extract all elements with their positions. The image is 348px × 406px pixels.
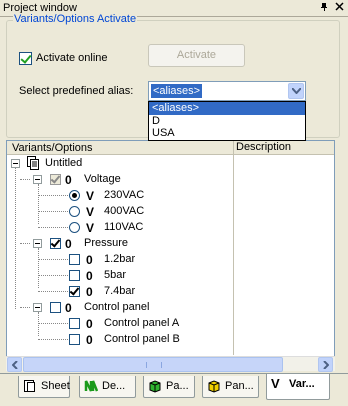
tree-item-pressure[interactable]: Pressure bbox=[84, 237, 128, 249]
tree-line bbox=[20, 179, 30, 180]
column-divider bbox=[233, 155, 234, 355]
pin-icon[interactable] bbox=[318, 2, 330, 14]
column-description[interactable]: Description bbox=[233, 141, 291, 155]
tab-label: Pan... bbox=[225, 380, 254, 392]
tree-line bbox=[38, 227, 68, 228]
voltage-checkbox bbox=[50, 174, 61, 185]
column-header: Variants/Options Description bbox=[7, 141, 334, 155]
alias-selected-value: <aliases> bbox=[151, 84, 203, 98]
alias-option[interactable]: <aliases> bbox=[149, 102, 305, 115]
tree-line bbox=[38, 248, 39, 288]
tree-item-control-panel-b[interactable]: Control panel B bbox=[104, 333, 180, 345]
tree-line bbox=[38, 291, 68, 292]
tab-label: De... bbox=[102, 380, 126, 392]
column-variants-options[interactable]: Variants/Options bbox=[12, 142, 93, 154]
chevron-down-icon[interactable] bbox=[288, 83, 304, 99]
variant-v-icon: V bbox=[86, 189, 95, 203]
pressure-checkbox[interactable] bbox=[50, 238, 61, 249]
part-icon bbox=[148, 379, 162, 393]
tree-item-5bar[interactable]: 5bar bbox=[104, 269, 126, 281]
tree-item-control-panel-a[interactable]: Control panel A bbox=[104, 317, 179, 329]
panel-icon bbox=[207, 379, 221, 393]
variant-v-icon: V bbox=[86, 205, 95, 219]
radio-230vac[interactable] bbox=[69, 190, 80, 201]
scroll-right-icon[interactable] bbox=[318, 357, 333, 372]
tree-line bbox=[38, 195, 68, 196]
checkbox-control-panel-b[interactable] bbox=[69, 334, 80, 345]
alias-option[interactable]: USA bbox=[149, 127, 305, 140]
tab-label: Var... bbox=[289, 378, 315, 390]
project-icon bbox=[27, 156, 40, 171]
tree-item-control-panel[interactable]: Control panel bbox=[84, 301, 149, 313]
variants-tree-panel: Variants/Options Description Untitled 0 … bbox=[6, 140, 335, 370]
tree-item-230vac[interactable]: 230VAC bbox=[104, 189, 144, 201]
tree-item-voltage[interactable]: Voltage bbox=[84, 173, 121, 185]
collapse-expander[interactable] bbox=[33, 239, 42, 248]
tree-line bbox=[38, 259, 68, 260]
tab-variants[interactable]: V Var... bbox=[266, 374, 330, 400]
tab-panels[interactable]: Pan... bbox=[202, 376, 259, 398]
checkbox-7-4bar[interactable] bbox=[69, 286, 80, 297]
option-o-icon: 0 bbox=[86, 253, 93, 267]
alias-label: Select predefined alias: bbox=[19, 85, 134, 97]
collapse-expander[interactable] bbox=[11, 159, 20, 168]
tree-line bbox=[38, 323, 68, 324]
option-o-icon: 0 bbox=[65, 237, 72, 251]
activate-online-label: Activate online bbox=[36, 52, 108, 64]
variant-v-icon: V bbox=[86, 221, 95, 235]
checkbox-control-panel-a[interactable] bbox=[69, 318, 80, 329]
horizontal-scrollbar[interactable] bbox=[6, 356, 335, 372]
checkbox-1-2bar[interactable] bbox=[69, 254, 80, 265]
tree-line bbox=[38, 339, 68, 340]
alias-option[interactable]: D bbox=[149, 115, 305, 128]
radio-110vac[interactable] bbox=[69, 222, 80, 233]
tree-line bbox=[38, 184, 39, 224]
tree-item-400vac[interactable]: 400VAC bbox=[104, 205, 144, 217]
option-o-icon: 0 bbox=[86, 317, 93, 331]
activate-online-checkbox[interactable] bbox=[19, 52, 32, 65]
tab-sheet[interactable]: Sheet bbox=[18, 376, 70, 398]
tree-line bbox=[38, 211, 68, 212]
tree-line bbox=[15, 168, 16, 309]
tree-line bbox=[38, 275, 68, 276]
tree-item-untitled[interactable]: Untitled bbox=[45, 157, 82, 169]
option-o-icon: 0 bbox=[86, 333, 93, 347]
alias-combobox[interactable]: <aliases> bbox=[148, 81, 306, 101]
groupbox-title: Variants/Options Activate bbox=[13, 13, 138, 25]
collapse-expander[interactable] bbox=[33, 175, 42, 184]
tree-line bbox=[20, 307, 30, 308]
tab-label: Pa... bbox=[166, 380, 189, 392]
scroll-left-icon[interactable] bbox=[7, 357, 22, 372]
tree-line bbox=[20, 243, 30, 244]
activate-button[interactable]: Activate bbox=[148, 44, 245, 67]
scrollbar-thumb[interactable] bbox=[23, 357, 283, 372]
tree-line bbox=[38, 312, 39, 336]
device-icon bbox=[84, 379, 99, 393]
checkbox-5bar[interactable] bbox=[69, 270, 80, 281]
tree-item-110vac[interactable]: 110VAC bbox=[104, 221, 143, 233]
collapse-expander[interactable] bbox=[33, 303, 42, 312]
option-o-icon: 0 bbox=[86, 285, 93, 299]
option-o-icon: 0 bbox=[65, 301, 72, 315]
alias-dropdown-list: <aliases> D USA bbox=[148, 101, 306, 141]
grip-icon bbox=[146, 362, 162, 368]
radio-400vac[interactable] bbox=[69, 206, 80, 217]
tree-item-7-4bar[interactable]: 7.4bar bbox=[104, 285, 135, 297]
sheet-icon bbox=[23, 379, 37, 393]
option-o-icon: 0 bbox=[86, 269, 93, 283]
variant-v-icon: V bbox=[271, 376, 280, 391]
control-panel-checkbox[interactable] bbox=[50, 302, 61, 313]
tab-label: Sheet bbox=[41, 380, 70, 392]
option-o-icon: 0 bbox=[65, 173, 72, 187]
tree-item-1-2bar[interactable]: 1.2bar bbox=[104, 253, 135, 265]
close-icon[interactable] bbox=[333, 2, 345, 14]
tab-parts[interactable]: Pa... bbox=[143, 376, 195, 398]
tab-devices[interactable]: De... bbox=[79, 376, 136, 398]
bottom-tab-bar: Sheet De... Pa... Pan... V Var... bbox=[0, 373, 348, 406]
